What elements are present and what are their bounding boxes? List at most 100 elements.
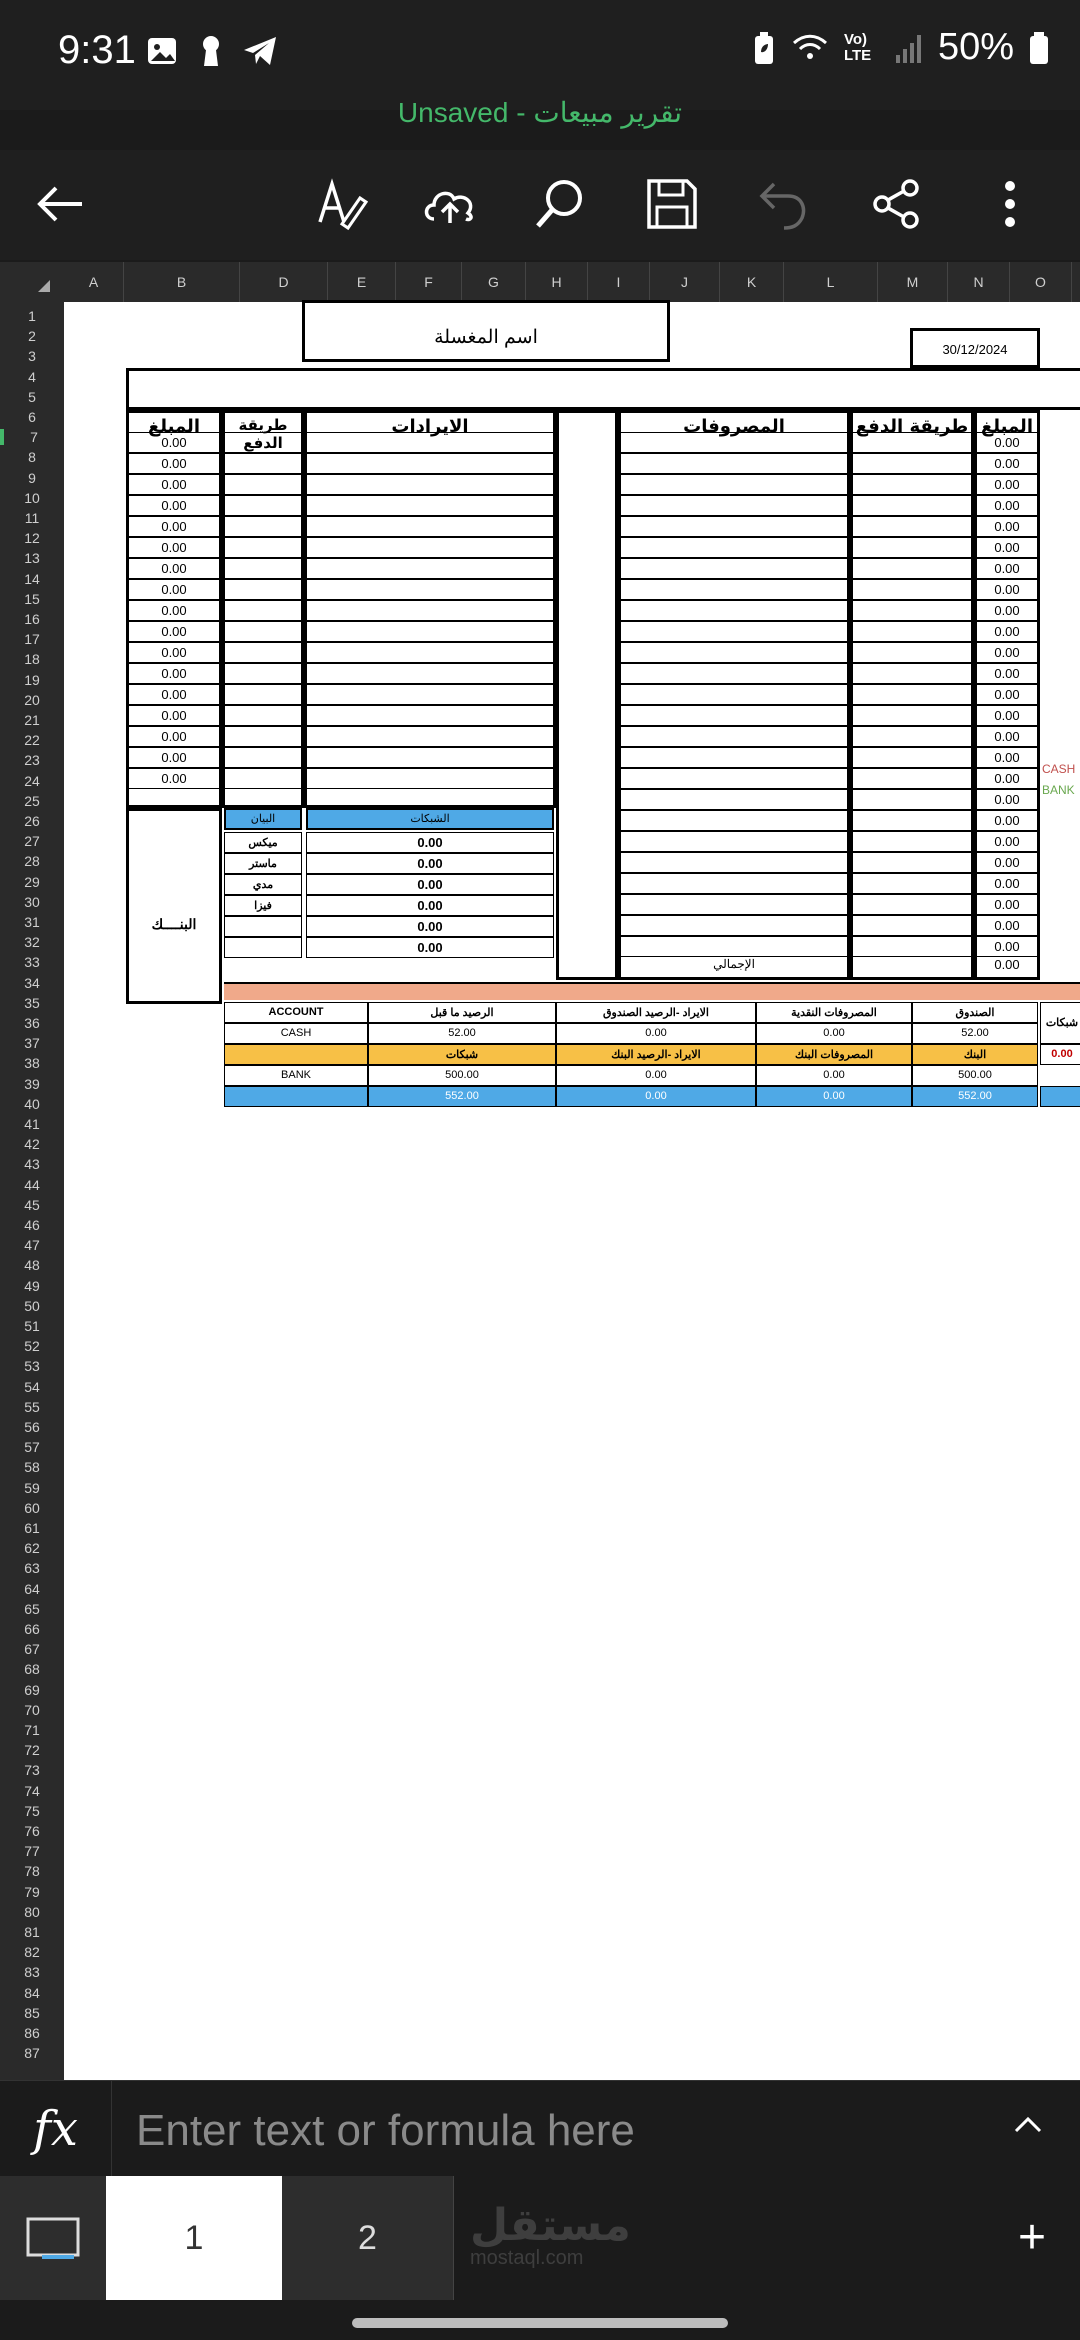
network-cell[interactable]: [224, 916, 302, 937]
row-header[interactable]: 45: [0, 1197, 64, 1213]
row-header[interactable]: 39: [0, 1076, 64, 1092]
table-cell[interactable]: [304, 747, 556, 768]
row-header[interactable]: 14: [0, 571, 64, 587]
table-cell[interactable]: [222, 684, 304, 705]
table-cell[interactable]: [618, 831, 850, 852]
table-cell[interactable]: [618, 516, 850, 537]
row-header[interactable]: 13: [0, 550, 64, 566]
row-header[interactable]: 2: [0, 328, 64, 344]
row-header[interactable]: 53: [0, 1358, 64, 1374]
undo-button[interactable]: [748, 168, 820, 240]
row-header[interactable]: 7: [0, 429, 64, 446]
table-cell[interactable]: [304, 432, 556, 453]
back-button[interactable]: [24, 168, 96, 240]
table-cell[interactable]: [850, 915, 974, 936]
upload-button[interactable]: [414, 168, 486, 240]
column-header[interactable]: O: [1010, 262, 1072, 302]
column-header[interactable]: A: [64, 262, 124, 302]
row-header[interactable]: 42: [0, 1136, 64, 1152]
row-header[interactable]: 86: [0, 2025, 64, 2041]
table-cell[interactable]: [618, 705, 850, 726]
row-header[interactable]: 4: [0, 369, 64, 385]
share-button[interactable]: [860, 168, 932, 240]
row-header[interactable]: 56: [0, 1419, 64, 1435]
row-header[interactable]: 43: [0, 1156, 64, 1172]
row-header[interactable]: 41: [0, 1116, 64, 1132]
row-header[interactable]: 71: [0, 1722, 64, 1738]
table-cell[interactable]: [850, 831, 974, 852]
table-cell[interactable]: [850, 453, 974, 474]
row-header[interactable]: 28: [0, 853, 64, 869]
row-header[interactable]: 70: [0, 1702, 64, 1718]
table-cell[interactable]: [850, 600, 974, 621]
column-header[interactable]: D: [240, 262, 328, 302]
row-header[interactable]: 50: [0, 1298, 64, 1314]
table-cell[interactable]: [850, 810, 974, 831]
save-button[interactable]: [636, 168, 708, 240]
table-cell[interactable]: [850, 894, 974, 915]
table-cell[interactable]: [850, 789, 974, 810]
column-header[interactable]: E: [328, 262, 396, 302]
table-cell[interactable]: [618, 684, 850, 705]
row-header[interactable]: 54: [0, 1379, 64, 1395]
table-cell[interactable]: [618, 873, 850, 894]
row-header[interactable]: 80: [0, 1904, 64, 1920]
row-header[interactable]: 19: [0, 672, 64, 688]
sheet-tab-1[interactable]: 1: [106, 2176, 282, 2300]
column-header[interactable]: N: [948, 262, 1010, 302]
row-header[interactable]: 82: [0, 1944, 64, 1960]
row-header[interactable]: 21: [0, 712, 64, 728]
chevron-up-icon[interactable]: [1014, 2115, 1042, 2135]
row-header[interactable]: 87: [0, 2045, 64, 2061]
table-cell[interactable]: [850, 558, 974, 579]
row-header[interactable]: 75: [0, 1803, 64, 1819]
table-cell[interactable]: [222, 621, 304, 642]
table-cell[interactable]: [618, 600, 850, 621]
column-header[interactable]: F: [396, 262, 462, 302]
sheet-tab-2[interactable]: 2: [282, 2176, 454, 2300]
column-header[interactable]: L: [784, 262, 878, 302]
table-cell[interactable]: [304, 495, 556, 516]
network-cell[interactable]: [224, 937, 302, 958]
row-header[interactable]: 22: [0, 732, 64, 748]
table-cell[interactable]: [850, 537, 974, 558]
table-cell[interactable]: [304, 684, 556, 705]
table-cell[interactable]: [304, 474, 556, 495]
table-cell[interactable]: [618, 474, 850, 495]
table-cell[interactable]: [850, 516, 974, 537]
row-header[interactable]: 24: [0, 773, 64, 789]
table-cell[interactable]: [222, 537, 304, 558]
row-header[interactable]: 64: [0, 1581, 64, 1597]
summary-cell[interactable]: [224, 1086, 368, 1107]
table-cell[interactable]: [222, 579, 304, 600]
row-header[interactable]: 26: [0, 813, 64, 829]
row-header[interactable]: 44: [0, 1177, 64, 1193]
row-header[interactable]: 34: [0, 975, 64, 991]
table-cell[interactable]: [222, 516, 304, 537]
table-cell[interactable]: [304, 579, 556, 600]
table-cell[interactable]: [618, 642, 850, 663]
column-header[interactable]: G: [462, 262, 526, 302]
row-header[interactable]: 85: [0, 2005, 64, 2021]
row-header[interactable]: 9: [0, 470, 64, 486]
row-header[interactable]: 65: [0, 1601, 64, 1617]
table-cell[interactable]: [304, 621, 556, 642]
row-header[interactable]: 29: [0, 874, 64, 890]
row-header[interactable]: 66: [0, 1621, 64, 1637]
row-header[interactable]: 40: [0, 1096, 64, 1112]
table-cell[interactable]: [850, 768, 974, 789]
table-cell[interactable]: [618, 789, 850, 810]
select-all-corner[interactable]: [0, 262, 64, 302]
table-cell[interactable]: [850, 726, 974, 747]
row-header[interactable]: 55: [0, 1399, 64, 1415]
row-header[interactable]: 38: [0, 1055, 64, 1071]
row-header[interactable]: 84: [0, 1985, 64, 2001]
table-cell[interactable]: [618, 537, 850, 558]
summary-cell[interactable]: [224, 1044, 368, 1065]
table-cell[interactable]: [850, 747, 974, 768]
table-cell[interactable]: [618, 495, 850, 516]
row-header[interactable]: 18: [0, 651, 64, 667]
row-header[interactable]: 52: [0, 1338, 64, 1354]
table-cell[interactable]: [850, 621, 974, 642]
table-cell[interactable]: [222, 432, 304, 453]
